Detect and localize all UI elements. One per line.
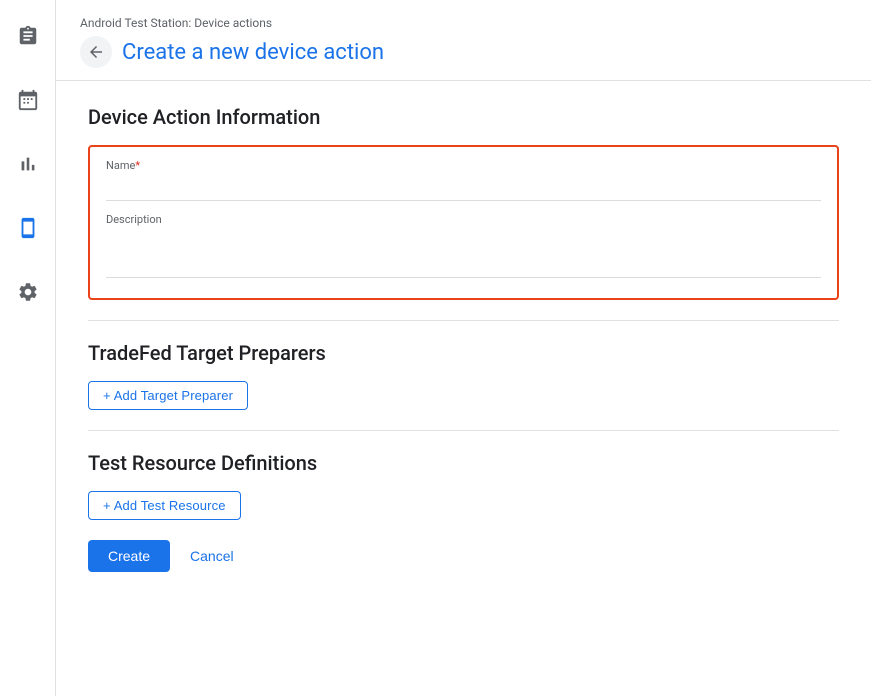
sidebar: [0, 0, 56, 696]
sidebar-icon-chart[interactable]: [8, 144, 48, 184]
cancel-button[interactable]: Cancel: [178, 540, 246, 572]
divider-1: [88, 320, 839, 321]
main-content: Android Test Station: Device actions Cre…: [56, 0, 871, 696]
name-label: Name*: [106, 159, 821, 172]
sidebar-icon-phone[interactable]: [8, 208, 48, 248]
name-field: Name*: [106, 159, 821, 201]
test-resource-title: Test Resource Definitions: [88, 451, 839, 475]
add-test-resource-button[interactable]: + Add Test Resource: [88, 491, 241, 520]
tradefed-title: TradeFed Target Preparers: [88, 341, 839, 365]
device-action-title: Device Action Information: [88, 105, 839, 129]
create-button[interactable]: Create: [88, 540, 170, 572]
page-title: Create a new device action: [122, 40, 384, 65]
divider-2: [88, 430, 839, 431]
form-fields-container: Name* Description: [88, 145, 839, 300]
back-button[interactable]: [80, 36, 112, 68]
description-label: Description: [106, 213, 821, 226]
sidebar-icon-calendar[interactable]: [8, 80, 48, 120]
content-area: Device Action Information Name* Descript…: [56, 81, 871, 596]
tradefed-section: TradeFed Target Preparers + Add Target P…: [88, 341, 839, 410]
action-row: Create Cancel: [88, 540, 839, 572]
sidebar-icon-settings[interactable]: [8, 272, 48, 312]
page-header: Android Test Station: Device actions Cre…: [56, 0, 871, 81]
breadcrumb: Android Test Station: Device actions: [80, 16, 847, 30]
name-input[interactable]: [106, 176, 821, 201]
add-target-preparer-button[interactable]: + Add Target Preparer: [88, 381, 248, 410]
test-resource-section: Test Resource Definitions + Add Test Res…: [88, 451, 839, 520]
sidebar-icon-clipboard[interactable]: [8, 16, 48, 56]
description-input[interactable]: [106, 230, 821, 278]
description-field: Description: [106, 213, 821, 282]
device-action-section: Device Action Information Name* Descript…: [88, 105, 839, 300]
